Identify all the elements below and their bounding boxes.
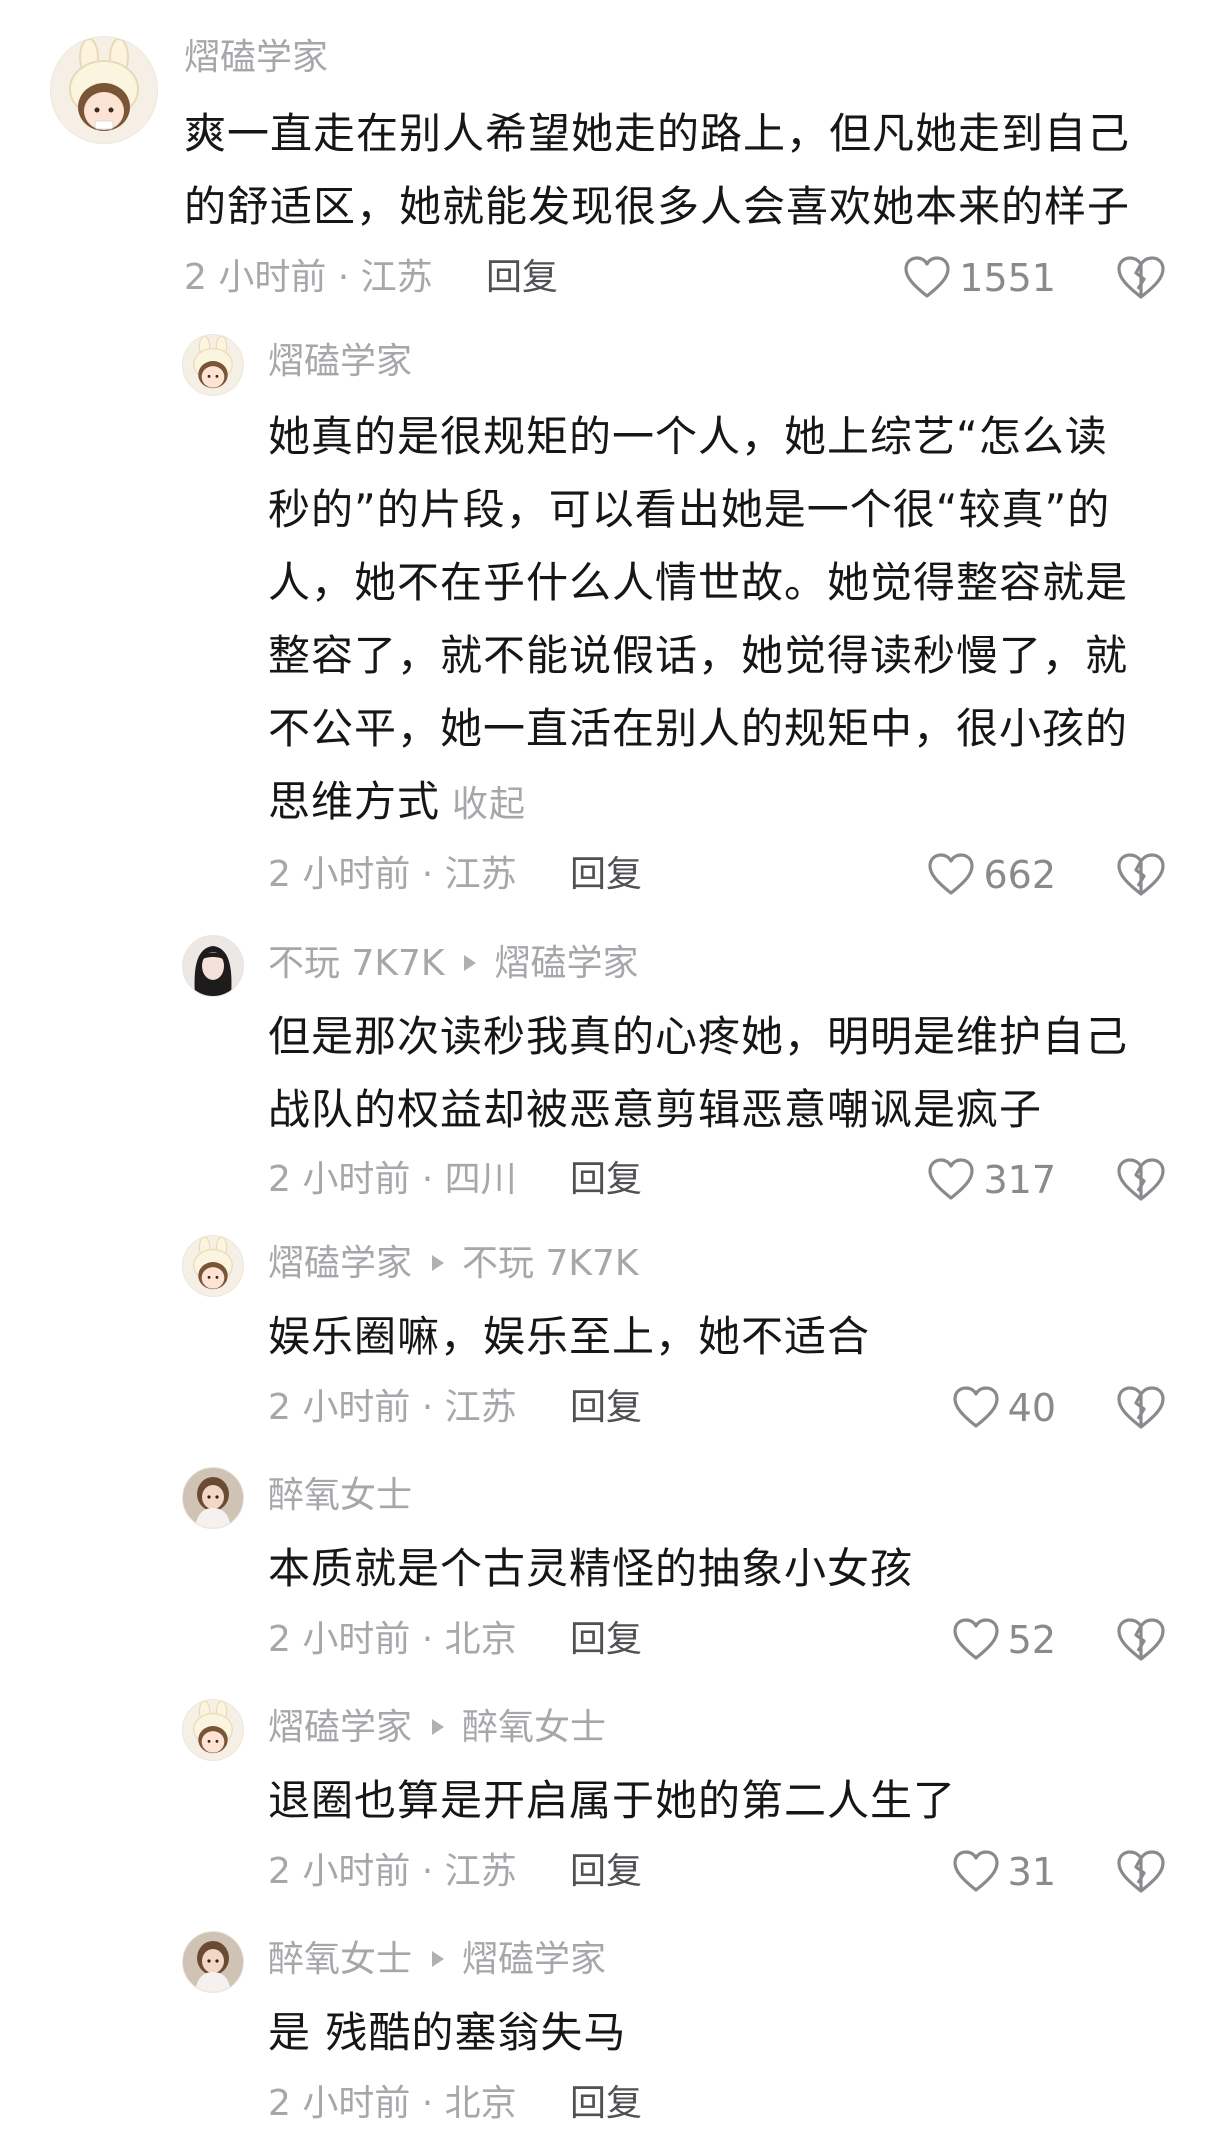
- author-name[interactable]: 不玩 7K7K: [268, 943, 444, 984]
- like-button[interactable]: 662: [927, 853, 1056, 897]
- comment-line: 战队的权益却被恶意剪辑恶意嘲讽是疯子: [268, 1085, 1043, 1134]
- heart-outline-icon: [953, 1618, 999, 1660]
- comment-author[interactable]: 醉氧女士 熠磕学家: [268, 1938, 606, 1982]
- comment-text: 娱乐圈嘛，娱乐至上，她不适合: [268, 1300, 1168, 1373]
- reply-button[interactable]: 回复: [570, 1386, 642, 1430]
- like-button[interactable]: 317: [927, 1158, 1056, 1202]
- avatar[interactable]: [50, 36, 158, 144]
- reply-button[interactable]: 回复: [486, 256, 558, 300]
- comment-meta: 2 小时前 · 江苏: [268, 1387, 517, 1428]
- comment-line: 不公平，她一直活在别人的规矩中，很小孩的: [268, 704, 1129, 753]
- comment-line: 的舒适区，她就能发现很多人会喜欢她本来的样子: [184, 182, 1131, 231]
- avatar[interactable]: [182, 1235, 244, 1297]
- comment-text: 爽一直走在别人希望她走的路上，但凡她走到自己 的舒适区，她就能发现很多人会喜欢她…: [184, 97, 1174, 243]
- comment-line: 但是那次读秒我真的心疼她，明明是维护自己: [268, 1012, 1129, 1061]
- dislike-button[interactable]: [1116, 255, 1166, 305]
- comment-author[interactable]: 醉氧女士: [268, 1474, 412, 1518]
- reply-to-name[interactable]: 醉氧女士: [462, 1707, 606, 1748]
- comment-author[interactable]: 熠磕学家: [268, 340, 412, 384]
- reply-button[interactable]: 回复: [570, 1158, 642, 1202]
- reply-button[interactable]: 回复: [570, 2082, 642, 2126]
- comment-line-text: 思维方式: [268, 777, 441, 826]
- broken-heart-icon: [1117, 1618, 1165, 1661]
- comment-meta: 2 小时前 · 江苏: [184, 257, 433, 298]
- avatar[interactable]: [182, 1699, 244, 1761]
- comment-author[interactable]: 熠磕学家 不玩 7K7K: [268, 1242, 638, 1286]
- comment-list: 熠磕学家 爽一直走在别人希望她走的路上，但凡她走到自己 的舒适区，她就能发现很多…: [0, 0, 1206, 2135]
- comment-line: 爽一直走在别人希望她走的路上，但凡她走到自己: [184, 109, 1131, 158]
- triangle-right-icon: [432, 1951, 445, 1967]
- triangle-right-icon: [432, 1719, 445, 1735]
- broken-heart-icon: [1117, 256, 1165, 299]
- reply-to-name[interactable]: 熠磕学家: [494, 943, 638, 984]
- heart-outline-icon: [953, 1386, 999, 1428]
- comment-line: 本质就是个古灵精怪的抽象小女孩: [268, 1544, 914, 1593]
- like-button[interactable]: 52: [952, 1618, 1056, 1662]
- like-count: 662: [983, 853, 1056, 897]
- comment-line: 秒的”的片段，可以看出她是一个很“较真”的: [268, 485, 1111, 534]
- reply-button[interactable]: 回复: [570, 1618, 642, 1662]
- broken-heart-icon: [1117, 1158, 1165, 1201]
- like-count: 52: [1007, 1618, 1056, 1662]
- collapse-button[interactable]: 收起: [452, 784, 526, 825]
- like-button[interactable]: 31: [952, 1850, 1056, 1894]
- comment-line: 思维方式 收起: [268, 765, 1168, 841]
- author-name[interactable]: 醉氧女士: [268, 1475, 412, 1516]
- avatar[interactable]: [182, 1931, 244, 1993]
- author-name[interactable]: 熠磕学家: [268, 1707, 412, 1748]
- reply-to-name[interactable]: 熠磕学家: [462, 1939, 606, 1980]
- triangle-right-icon: [464, 955, 477, 971]
- author-name[interactable]: 醉氧女士: [268, 1939, 412, 1980]
- comment-text: 退圈也算是开启属于她的第二人生了: [268, 1764, 1168, 1837]
- comment-text: 但是那次读秒我真的心疼她，明明是维护自己 战队的权益却被恶意剪辑恶意嘲讽是疯子: [268, 1000, 1168, 1146]
- like-button[interactable]: 1551: [903, 256, 1056, 300]
- heart-outline-icon: [953, 1850, 999, 1892]
- comment-line: 她真的是很规矩的一个人，她上综艺“怎么读: [268, 412, 1108, 461]
- reply-button[interactable]: 回复: [570, 853, 642, 897]
- comment-author[interactable]: 不玩 7K7K 熠磕学家: [268, 942, 638, 986]
- like-button[interactable]: 40: [952, 1386, 1056, 1430]
- comment-line: 人，她不在乎什么人情世故。她觉得整容就是: [268, 558, 1129, 607]
- comment-meta: 2 小时前 · 北京: [268, 2083, 517, 2124]
- comment-meta: 2 小时前 · 北京: [268, 1619, 517, 1660]
- comment-text: 是 残酷的塞翁失马: [268, 1996, 1168, 2069]
- avatar[interactable]: [182, 1467, 244, 1529]
- dislike-button[interactable]: [1116, 1385, 1166, 1435]
- author-name[interactable]: 熠磕学家: [268, 1243, 412, 1284]
- dislike-button[interactable]: [1116, 1849, 1166, 1899]
- heart-outline-icon: [904, 256, 950, 298]
- comment-line: 娱乐圈嘛，娱乐至上，她不适合: [268, 1312, 871, 1361]
- comment-text: 她真的是很规矩的一个人，她上综艺“怎么读 秒的”的片段，可以看出她是一个很“较真…: [268, 400, 1168, 841]
- dislike-button[interactable]: [1116, 852, 1166, 902]
- comment-author[interactable]: 熠磕学家 醉氧女士: [268, 1706, 606, 1750]
- heart-outline-icon: [928, 1158, 975, 1200]
- author-name[interactable]: 熠磕学家: [268, 341, 412, 382]
- like-count: 40: [1007, 1386, 1056, 1430]
- comment-line: 整容了，就不能说假话，她觉得读秒慢了，就: [268, 631, 1129, 680]
- comment-text: 本质就是个古灵精怪的抽象小女孩: [268, 1532, 1168, 1605]
- comment-meta: 2 小时前 · 江苏: [268, 1851, 517, 1892]
- like-count: 317: [983, 1158, 1056, 1202]
- comment-meta: 2 小时前 · 四川: [268, 1159, 517, 1200]
- broken-heart-icon: [1117, 1850, 1165, 1893]
- heart-outline-icon: [928, 853, 975, 895]
- comment-line: 是 残酷的塞翁失马: [268, 2008, 627, 2057]
- avatar[interactable]: [182, 334, 244, 396]
- triangle-right-icon: [432, 1255, 445, 1271]
- broken-heart-icon: [1117, 853, 1165, 896]
- reply-to-name[interactable]: 不玩 7K7K: [462, 1243, 638, 1284]
- dislike-button[interactable]: [1116, 1617, 1166, 1667]
- like-count: 1551: [959, 256, 1056, 300]
- reply-button[interactable]: 回复: [570, 1850, 642, 1894]
- dislike-button[interactable]: [1116, 1157, 1166, 1207]
- comment-line: 退圈也算是开启属于她的第二人生了: [268, 1776, 957, 1825]
- comment-meta: 2 小时前 · 江苏: [268, 854, 517, 895]
- comment-author[interactable]: 熠磕学家: [184, 36, 328, 80]
- avatar[interactable]: [182, 935, 244, 997]
- broken-heart-icon: [1117, 1386, 1165, 1429]
- author-name[interactable]: 熠磕学家: [184, 37, 328, 78]
- like-count: 31: [1007, 1850, 1056, 1894]
